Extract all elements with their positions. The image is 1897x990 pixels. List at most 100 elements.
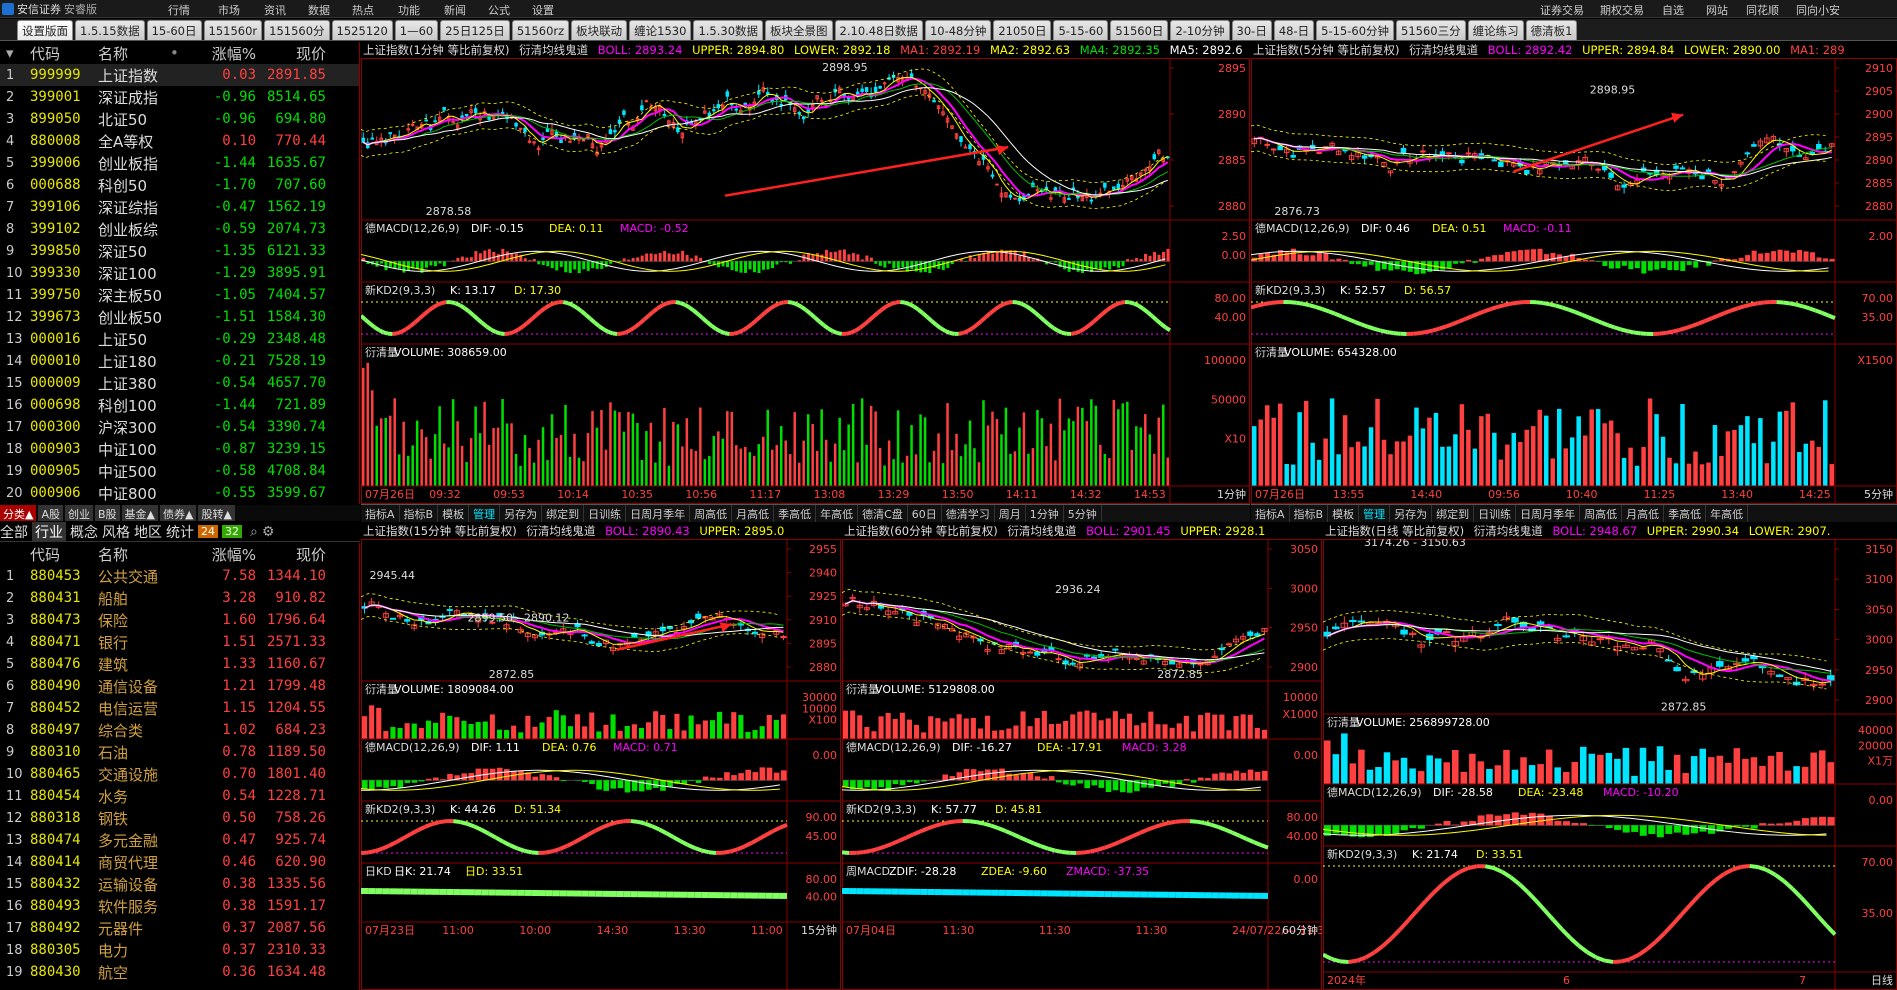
list-item[interactable]: 20 000906 中证800 -0.55 3599.67: [0, 482, 359, 504]
list-item[interactable]: 4 880008 全A等权 0.10 770.44: [0, 130, 359, 152]
menu-item[interactable]: 行情: [168, 2, 190, 18]
list-item[interactable]: 9 880310 石油 0.78 1189.50: [0, 741, 359, 763]
layout-tab[interactable]: 151560分: [264, 20, 330, 40]
list-item[interactable]: 12 399673 创业板50 -1.51 1584.30: [0, 306, 359, 328]
list-item[interactable]: 10 880465 交通设施 0.70 1801.40: [0, 763, 359, 785]
col-code[interactable]: 代码: [30, 544, 98, 565]
layout-tab[interactable]: 15-60日: [146, 20, 202, 40]
col-name[interactable]: 名称: [98, 43, 170, 64]
list-item[interactable]: 16 000698 科创100 -1.44 721.89: [0, 394, 359, 416]
list-item[interactable]: 19 000905 中证500 -0.58 4708.84: [0, 460, 359, 482]
chart-canvas[interactable]: 29102905290028952890288528802898.952876.…: [1251, 58, 1897, 504]
layout-tab[interactable]: 缠论练习: [1467, 20, 1524, 40]
toolbar-button[interactable]: 指标A: [361, 505, 400, 522]
toolbar-button[interactable]: 指标B: [1290, 505, 1329, 522]
list-item[interactable]: 1 999999 上证指数 0.03 2891.85: [0, 64, 359, 86]
chart-60min[interactable]: 上证指数(60分钟 等比前复权) 衍清均线鬼道 BOLL: 2901.45 UP…: [842, 523, 1322, 990]
list-item[interactable]: 13 880474 多元金融 0.47 925.74: [0, 829, 359, 851]
menu-item[interactable]: 资讯: [264, 2, 286, 18]
toolbar-button[interactable]: 另存为: [1390, 505, 1433, 522]
toolbar-button[interactable]: 日周月季年: [626, 505, 691, 522]
toolbar-button[interactable]: 年高低: [1706, 505, 1749, 522]
list-item[interactable]: 5 399006 创业板指 -1.44 1635.67: [0, 152, 359, 174]
toolbar-button[interactable]: 日周月季年: [1516, 505, 1581, 522]
list-item[interactable]: 13 000016 上证50 -0.29 2348.48: [0, 328, 359, 350]
list-item[interactable]: 10 399330 深证100 -1.29 3895.91: [0, 262, 359, 284]
list-item[interactable]: 18 880305 电力 0.37 2310.33: [0, 939, 359, 961]
layout-tab[interactable]: 板块全景图: [765, 20, 833, 40]
layout-tab[interactable]: 1525120: [331, 20, 393, 40]
mid-tab[interactable]: 创业: [65, 505, 93, 521]
chart-canvas[interactable]: 3150310030503000295029003174.26 - 3150.6…: [1323, 539, 1897, 990]
chart-daily[interactable]: 上证指数(日线 等比前复权) 衍清均线鬼道 BOLL: 2948.67 UPPE…: [1323, 523, 1897, 990]
list-item[interactable]: 7 399106 深证综指 -0.47 1562.19: [0, 196, 359, 218]
layout-tab[interactable]: 51560rz: [511, 20, 570, 40]
chart-canvas[interactable]: 30503000295029002936.242872.85衍清量VOLUME:…: [842, 539, 1322, 990]
list-item[interactable]: 14 880414 商贸代理 0.46 620.90: [0, 851, 359, 873]
toolbar-button[interactable]: 周高低: [1580, 505, 1623, 522]
col-pct[interactable]: 涨幅%: [194, 43, 256, 64]
list-item[interactable]: 17 880492 元器件 0.37 2087.56: [0, 917, 359, 939]
list-item[interactable]: 8 880497 综合类 1.02 684.23: [0, 719, 359, 741]
list-item[interactable]: 2 399001 深证成指 -0.96 8514.65: [0, 86, 359, 108]
toolbar-button[interactable]: 60日: [908, 505, 942, 522]
filter-tab[interactable]: 行业: [32, 521, 66, 542]
right-menu-item[interactable]: 同向小安: [1796, 2, 1840, 18]
toolbar-button[interactable]: 德清学习: [942, 505, 995, 522]
toolbar-button[interactable]: 日训练: [584, 505, 627, 522]
toolbar-button[interactable]: 月高低: [1622, 505, 1665, 522]
chart-canvas[interactable]: 2955294029252910289528802945.442872.8528…: [361, 539, 841, 990]
menu-item[interactable]: 功能: [398, 2, 420, 18]
toolbar-button[interactable]: 周月: [995, 505, 1026, 522]
layout-tab[interactable]: 1—60: [394, 20, 439, 40]
list-item[interactable]: 1 880453 公共交通 7.58 1344.10: [0, 565, 359, 587]
menu-item[interactable]: 市场: [218, 2, 240, 18]
toolbar-button[interactable]: 模板: [1328, 505, 1360, 522]
list-item[interactable]: 12 880318 钢铁 0.50 758.26: [0, 807, 359, 829]
toolbar-button[interactable]: 日训练: [1474, 505, 1517, 522]
filter-tab[interactable]: 概念: [70, 522, 98, 542]
col-name[interactable]: 名称: [98, 544, 194, 565]
toolbar-button[interactable]: 指标A: [1251, 505, 1290, 522]
layout-tab[interactable]: 51560三分: [1396, 20, 1466, 40]
list-item[interactable]: 11 399750 深主板50 -1.05 7404.57: [0, 284, 359, 306]
toolbar-button[interactable]: 绑定到: [542, 505, 585, 522]
mid-tab[interactable]: 分类▲: [0, 505, 37, 521]
list-item[interactable]: 2 880431 船舶 3.28 910.82: [0, 587, 359, 609]
toolbar-button[interactable]: 另存为: [500, 505, 543, 522]
menu-item[interactable]: 公式: [488, 2, 510, 18]
layout-tab[interactable]: 10-48分钟: [924, 20, 992, 40]
layout-tab[interactable]: 5-15-60: [1053, 20, 1109, 40]
list-item[interactable]: 16 880493 软件服务 0.38 1591.17: [0, 895, 359, 917]
right-menu-item[interactable]: 证券交易: [1540, 2, 1584, 18]
layout-tab[interactable]: 板块联动: [571, 20, 628, 40]
layout-tab[interactable]: 缠论1530: [629, 20, 692, 40]
chart-5min[interactable]: 上证指数(5分钟 等比前复权) 衍清均线鬼道 BOLL: 2892.42 UPP…: [1251, 42, 1897, 504]
gear-icon[interactable]: ⚙: [262, 524, 275, 540]
right-menu-item[interactable]: 网站: [1706, 2, 1728, 18]
chart-15min[interactable]: 上证指数(15分钟 等比前复权) 衍清均线鬼道 BOLL: 2890.43 UP…: [361, 523, 841, 990]
filter-tab[interactable]: 全部: [0, 522, 28, 542]
col-pct[interactable]: 涨幅%: [194, 544, 256, 565]
toolbar-button[interactable]: 指标B: [400, 505, 439, 522]
mid-tab[interactable]: 股转▲: [198, 505, 235, 521]
menu-item[interactable]: 新闻: [444, 2, 466, 18]
list-item[interactable]: 15 000009 上证380 -0.54 4657.70: [0, 372, 359, 394]
filter-tab[interactable]: 统计: [166, 522, 194, 542]
toolbar-button[interactable]: 管理: [469, 505, 501, 522]
right-menu-item[interactable]: 期权交易: [1600, 2, 1644, 18]
list-item[interactable]: 14 000010 上证180 -0.21 7528.19: [0, 350, 359, 372]
list-item[interactable]: 7 880452 电信运营 1.15 1204.55: [0, 697, 359, 719]
menu-item[interactable]: 热点: [352, 2, 374, 18]
toolbar-button[interactable]: 年高低: [816, 505, 859, 522]
collapse-icon[interactable]: ▾: [0, 44, 30, 62]
list-item[interactable]: 18 000903 中证100 -0.87 3239.15: [0, 438, 359, 460]
toolbar-button[interactable]: 月高低: [732, 505, 775, 522]
list-item[interactable]: 15 880432 运输设备 0.38 1335.56: [0, 873, 359, 895]
layout-tab[interactable]: 30-日: [1231, 20, 1272, 40]
mid-tab[interactable]: B股: [95, 505, 120, 521]
toolbar-button[interactable]: 模板: [438, 505, 470, 522]
mid-tab[interactable]: 债券▲: [160, 505, 197, 521]
list-item[interactable]: 3 880473 保险 1.60 1796.64: [0, 609, 359, 631]
menu-item[interactable]: 数据: [308, 2, 330, 18]
